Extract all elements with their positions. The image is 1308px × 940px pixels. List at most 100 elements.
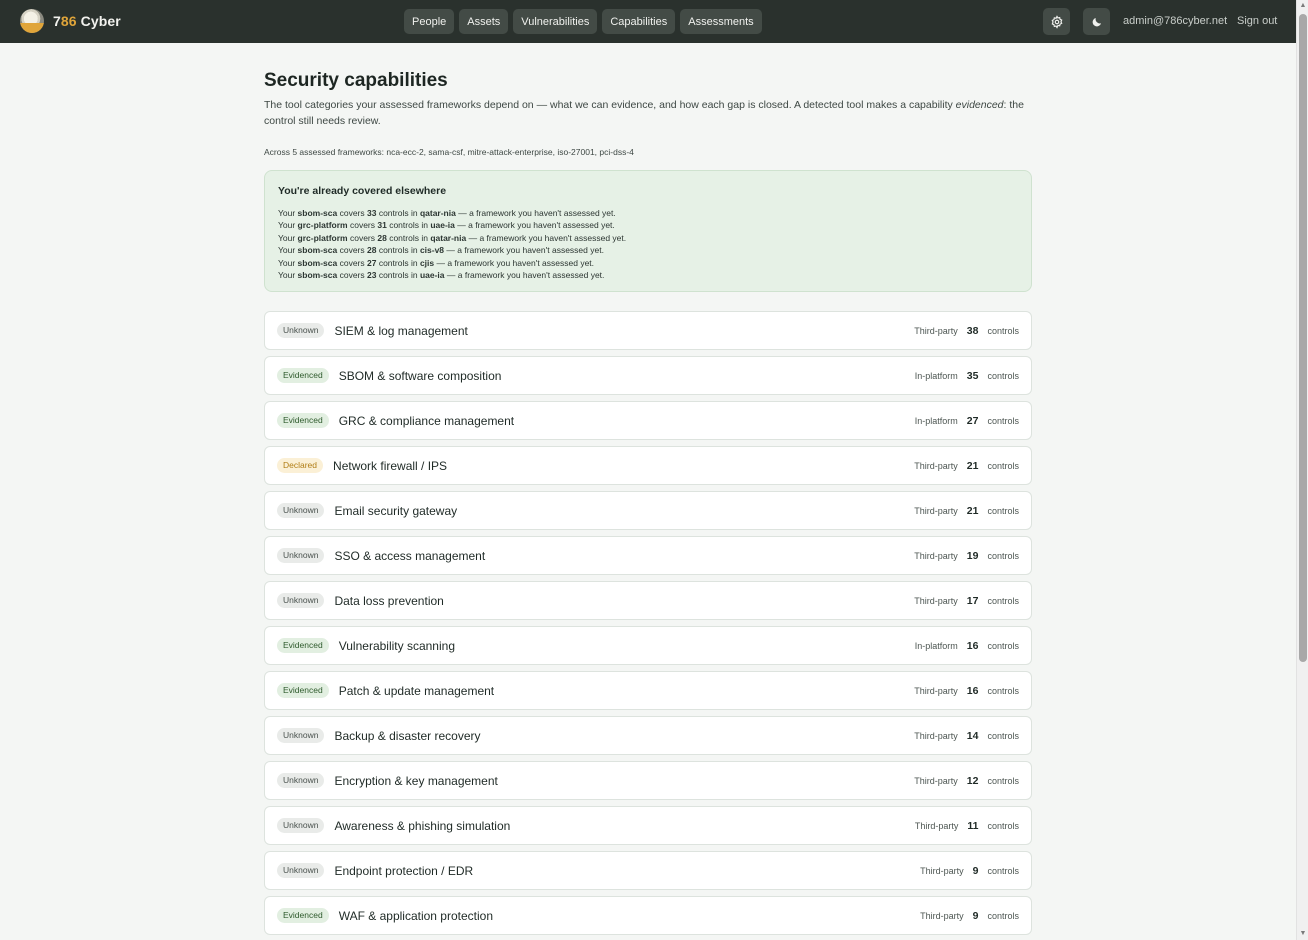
page-subtitle: The tool categories your assessed framew…: [264, 99, 1024, 127]
capability-row-sso[interactable]: Unknown SSO & access management Third-pa…: [264, 536, 1032, 575]
top-navigation-bar: 786 Cyber People Assets Vulnerabilities …: [0, 0, 1296, 43]
capability-name: WAF & application protection: [338, 908, 493, 923]
control-unit: controls: [987, 325, 1019, 336]
control-count: 12: [966, 774, 979, 787]
brand-name: 786 Cyber: [53, 13, 121, 29]
settings-button[interactable]: [1043, 8, 1070, 35]
control-unit: controls: [987, 460, 1019, 471]
control-unit: controls: [987, 415, 1019, 426]
page-scrollbar[interactable]: ▲ ▼: [1296, 0, 1308, 940]
capability-row-vuln-scanning[interactable]: Evidenced Vulnerability scanning In-plat…: [264, 626, 1032, 665]
capabilities-list: Unknown SIEM & log management Third-part…: [264, 311, 1032, 940]
capability-name: Endpoint protection / EDR: [334, 863, 474, 878]
scroll-down-arrow-icon[interactable]: ▼: [1299, 930, 1307, 938]
capability-row-siem[interactable]: Unknown SIEM & log management Third-part…: [264, 311, 1032, 350]
control-count: 14: [966, 729, 979, 742]
covered-elsewhere-panel: You're already covered elsewhere Your sb…: [264, 170, 1032, 292]
control-unit: controls: [987, 775, 1019, 786]
capability-source: Third-party: [914, 325, 958, 336]
capability-source: Third-party: [914, 775, 958, 786]
control-unit: controls: [987, 820, 1019, 831]
nav-item-people[interactable]: People: [404, 9, 455, 34]
nav-item-assessments[interactable]: Assessments: [680, 9, 762, 34]
brand-logo: [20, 9, 44, 33]
status-badge: Evidenced: [277, 413, 329, 428]
status-badge: Unknown: [277, 593, 325, 608]
status-badge: Declared: [277, 458, 324, 473]
control-unit: controls: [987, 640, 1019, 651]
covered-line: Your sbom-sca covers 23 controls in uae-…: [278, 270, 605, 281]
capability-source: Third-party: [920, 910, 964, 921]
capability-name: Vulnerability scanning: [338, 638, 455, 653]
capability-source: Third-party: [914, 685, 958, 696]
theme-toggle-button[interactable]: [1083, 8, 1110, 35]
control-count: 17: [966, 594, 979, 607]
control-count: 35: [966, 369, 979, 382]
status-badge: Unknown: [277, 863, 325, 878]
capability-name: Network firewall / IPS: [333, 458, 448, 473]
control-count: 9: [972, 864, 979, 877]
capability-row-edr[interactable]: Unknown Endpoint protection / EDR Third-…: [264, 851, 1032, 890]
control-unit: controls: [987, 595, 1019, 606]
capability-row-grc[interactable]: Evidenced GRC & compliance management In…: [264, 401, 1032, 440]
capability-name: Awareness & phishing simulation: [334, 818, 511, 833]
status-badge: Unknown: [277, 548, 325, 563]
control-count: 19: [966, 549, 979, 562]
control-unit: controls: [987, 370, 1019, 381]
brand[interactable]: 786 Cyber: [20, 9, 121, 33]
control-count: 9: [972, 909, 979, 922]
status-badge: Unknown: [277, 503, 325, 518]
scroll-up-arrow-icon[interactable]: ▲: [1299, 2, 1307, 10]
gear-icon: [1051, 14, 1062, 29]
control-count: 16: [966, 639, 979, 652]
capability-source: Third-party: [914, 550, 958, 561]
capability-name: Patch & update management: [338, 683, 495, 698]
capability-name: SSO & access management: [334, 548, 486, 563]
status-badge: Evidenced: [277, 908, 329, 923]
capability-name: SBOM & software composition: [338, 368, 502, 383]
scrollbar-thumb[interactable]: [1299, 14, 1307, 662]
capability-row-firewall[interactable]: Declared Network firewall / IPS Third-pa…: [264, 446, 1032, 485]
status-badge: Unknown: [277, 773, 325, 788]
nav-item-capabilities[interactable]: Capabilities: [602, 9, 676, 34]
control-unit: controls: [987, 910, 1019, 921]
page-title: Security capabilities: [264, 70, 448, 91]
nav-item-vulnerabilities[interactable]: Vulnerabilities: [513, 9, 598, 34]
capability-name: Backup & disaster recovery: [334, 728, 481, 743]
status-badge: Unknown: [277, 818, 325, 833]
covered-line: Your sbom-sca covers 27 controls in cjis…: [278, 257, 595, 268]
capability-row-backup[interactable]: Unknown Backup & disaster recovery Third…: [264, 716, 1032, 755]
nav-item-assets[interactable]: Assets: [459, 9, 509, 34]
page-header: Security capabilities The tool categorie…: [264, 70, 1032, 157]
capability-row-awareness[interactable]: Unknown Awareness & phishing simulation …: [264, 806, 1032, 845]
control-count: 27: [966, 414, 979, 427]
control-unit: controls: [987, 550, 1019, 561]
covered-elsewhere-list: Your sbom-sca covers 33 controls in qata…: [278, 207, 1018, 281]
sign-out-link[interactable]: Sign out: [1237, 15, 1277, 27]
control-count: 11: [967, 819, 979, 832]
capability-source: In-platform: [914, 640, 958, 651]
control-unit: controls: [987, 865, 1019, 876]
capability-name: Data loss prevention: [334, 593, 444, 608]
covered-line: Your grc-platform covers 28 controls in …: [278, 232, 627, 243]
capability-row-email-security[interactable]: Unknown Email security gateway Third-par…: [264, 491, 1032, 530]
capability-source: Third-party: [914, 595, 958, 606]
capability-row-encryption[interactable]: Unknown Encryption & key management Thir…: [264, 761, 1032, 800]
capability-source: Third-party: [914, 820, 959, 831]
capability-row-sbom[interactable]: Evidenced SBOM & software composition In…: [264, 356, 1032, 395]
status-badge: Evidenced: [277, 368, 329, 383]
assessed-frameworks-line: Across 5 assessed frameworks: nca-ecc-2,…: [264, 147, 634, 157]
control-count: 16: [966, 684, 979, 697]
covered-line: Your sbom-sca covers 33 controls in qata…: [278, 208, 616, 218]
covered-line: Your grc-platform covers 31 controls in …: [278, 220, 615, 231]
user-email: admin@786cyber.net: [1123, 15, 1228, 27]
control-unit: controls: [987, 685, 1019, 696]
control-count: 38: [966, 324, 979, 337]
capability-row-waf[interactable]: Evidenced WAF & application protection T…: [264, 896, 1032, 935]
capability-row-patch[interactable]: Evidenced Patch & update management Thir…: [264, 671, 1032, 710]
status-badge: Unknown: [277, 323, 325, 338]
capability-name: Encryption & key management: [334, 773, 498, 788]
covered-line: Your sbom-sca covers 28 controls in cis-…: [278, 245, 604, 256]
capability-row-dlp[interactable]: Unknown Data loss prevention Third-party…: [264, 581, 1032, 620]
capability-source: Third-party: [914, 460, 958, 471]
